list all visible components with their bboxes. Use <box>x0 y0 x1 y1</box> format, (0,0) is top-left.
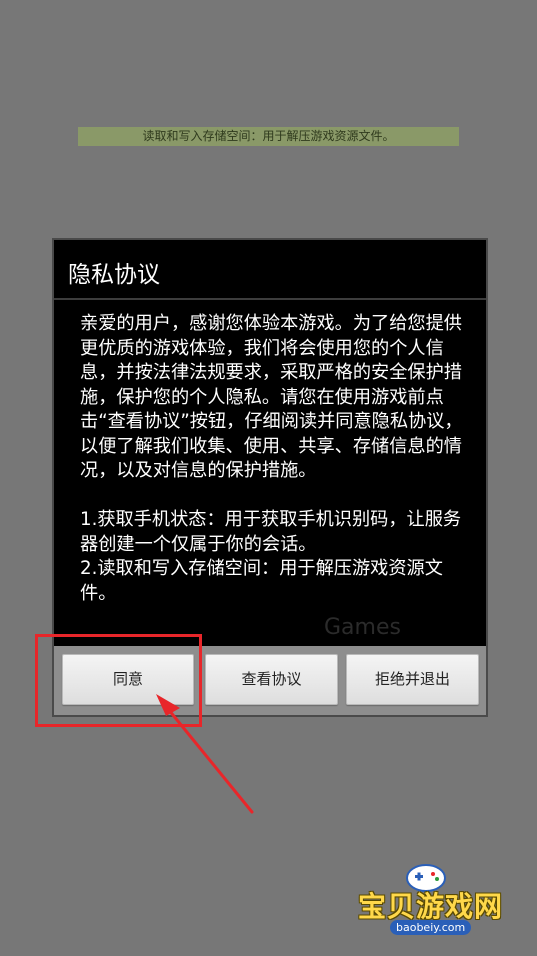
watermark-url: baobeiy.com <box>390 920 472 935</box>
pointer-arrow-icon <box>156 694 254 814</box>
watermark-logo: 宝贝游戏网 baobeiy.com <box>352 858 512 950</box>
watermark-title: 宝贝游戏网 <box>358 890 504 923</box>
